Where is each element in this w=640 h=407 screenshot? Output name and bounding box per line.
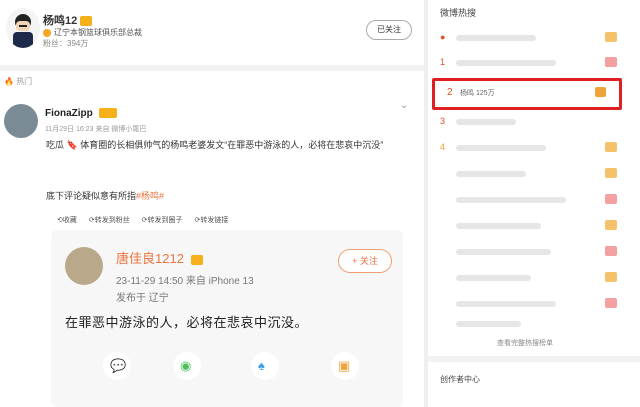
follow-button[interactable]: + 关注 [338,249,392,273]
hot-badge-icon [605,168,617,178]
hot-item[interactable] [440,246,620,258]
hot-item[interactable]: 1 [440,57,620,69]
bookmark-icon[interactable]: ▣ [331,352,359,380]
post-text-line2: 底下评论疑似意有所指#杨鸣# [46,191,165,201]
hot-item[interactable] [440,220,620,232]
repost-meta-location: 发布于 辽宁 [116,293,169,304]
action-forward-fans[interactable]: ⟳转发到粉丝 [89,215,130,225]
user-fans-count: 粉丝：394万 [43,39,89,48]
verified-icon [43,28,51,37]
hot-rank-icon: ● [440,32,446,42]
post-actions: ⟲收藏 ⟳转发到粉丝 ⟳转发到圈子 ⟳转发链接 [57,215,238,225]
user-name[interactable]: 杨鸣12 [43,12,93,28]
user-description: 辽宁本钢篮球俱乐部总裁 [43,27,142,38]
hot-item[interactable] [440,168,620,180]
hot-item[interactable]: 4 [440,142,620,154]
action-forward-link[interactable]: ⟳转发链接 [194,215,228,225]
view-full-hot-search-link[interactable]: 查看完整热搜榜单 [497,338,553,348]
action-collect[interactable]: ⟲收藏 [57,215,77,225]
hot-label: 🔥 热门 [4,77,33,86]
hot-item[interactable] [440,318,620,330]
creator-center-link[interactable]: 创作者中心 [440,374,480,385]
post-meta: 11月29日 16:23 来自 微博小尾巴 [45,126,147,133]
hot-badge-icon [605,142,617,152]
post-author-name[interactable]: FionaZipp [45,108,117,119]
hot-badge-icon [605,246,617,256]
hot-item[interactable] [440,272,620,284]
post-author-avatar[interactable] [4,104,38,138]
hot-item[interactable] [440,194,620,206]
user-avatar[interactable] [6,8,40,48]
repost-author-name[interactable]: 唐佳良1212 [116,248,203,267]
hot-badge-icon [595,87,606,97]
hot-badge-icon [605,57,617,67]
hot-badge-icon [605,32,617,42]
qq-icon[interactable]: ♠ [251,352,279,380]
moments-icon[interactable]: ◉ [173,352,201,380]
hot-item[interactable]: ● [440,32,620,44]
hot-badge-icon [605,194,617,204]
divider [428,356,640,362]
chevron-down-icon[interactable]: ⌄ [400,100,408,111]
hot-item[interactable] [440,298,620,310]
vip-badge-icon [98,108,117,119]
repost-card[interactable]: 唐佳良1212 23-11-29 14:50 来自 iPhone 13 发布于 … [51,230,403,407]
action-forward-circle[interactable]: ⟳转发到圈子 [142,215,183,225]
hashtag-link[interactable]: #杨鸣# [136,191,164,201]
hot-badge-icon [605,272,617,282]
wechat-icon[interactable]: 💬 [103,352,131,380]
hot-item-text[interactable]: 杨鸣 125万 [460,88,495,98]
hot-item[interactable]: 3 [440,116,620,128]
followed-button[interactable]: 已关注 [366,20,412,40]
hot-badge-icon [605,298,617,308]
crown-icon [190,254,203,265]
repost-meta-time: 23-11-29 14:50 来自 iPhone 13 [116,276,254,287]
hot-search-title: 微博热搜 [440,8,477,18]
divider [0,65,424,71]
post-text: 吃瓜 🔖 体育圈的长相俱帅气的杨鸣老婆发文“在罪恶中游泳的人，必将在悲哀中沉没” [46,140,384,150]
repost-text: 在罪恶中游泳的人，必将在悲哀中沉没。 [65,315,309,330]
repost-author-avatar[interactable] [65,247,103,285]
hot-badge-icon [605,220,617,230]
crown-icon [80,16,93,27]
hot-rank: 2 [447,87,453,98]
